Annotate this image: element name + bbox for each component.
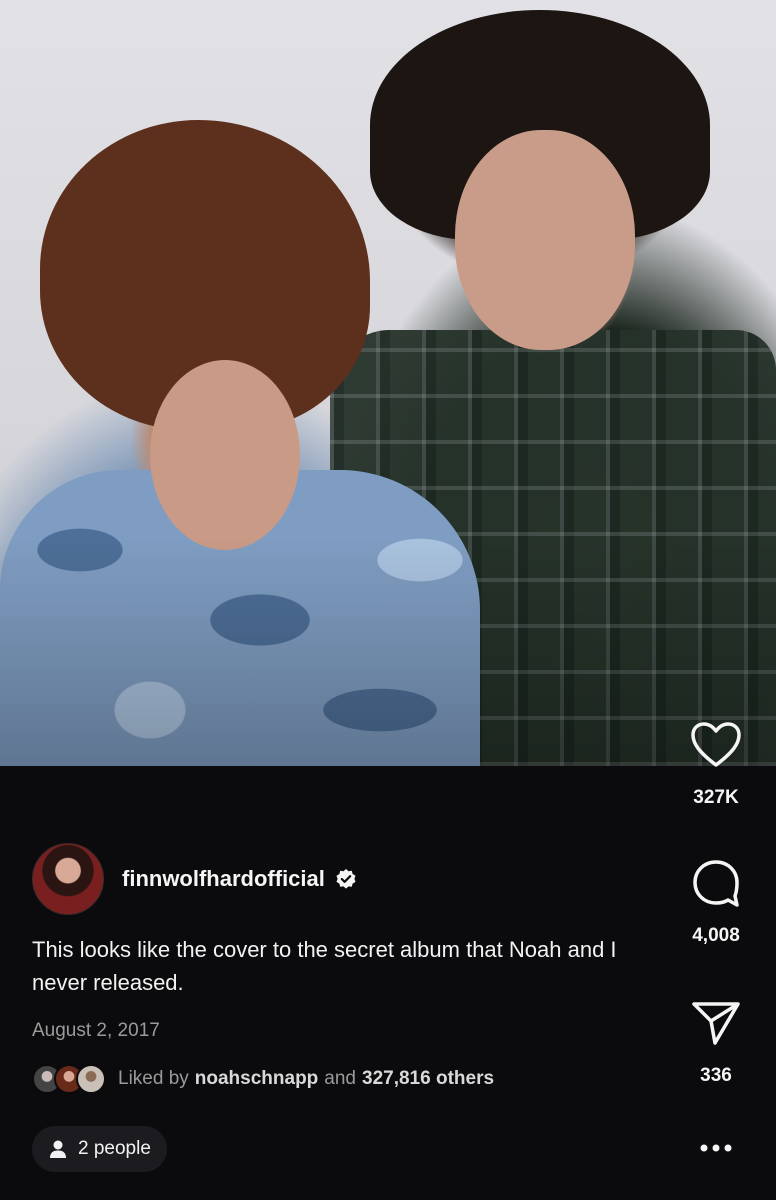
liked-by[interactable]: Liked by noahschnapp and 327,816 others [32,1064,500,1094]
liker-avatars [32,1064,106,1094]
more-options-icon[interactable] [699,1143,733,1153]
share-count: 336 [700,1065,732,1086]
liked-by-and: and [324,1068,356,1089]
liked-by-prefix: Liked by [118,1068,189,1089]
avatar[interactable] [32,843,104,915]
like-count: 327K [693,787,739,808]
post-photo[interactable] [0,0,776,766]
comment-action[interactable]: 4,008 [656,858,776,947]
tagged-people-button[interactable]: 2 people [32,1126,167,1172]
comment-bubble-icon[interactable] [691,858,741,908]
post-caption: This looks like the cover to the secret … [32,937,617,995]
heart-icon[interactable] [690,722,742,768]
photo-shade [0,0,776,766]
send-icon[interactable] [691,1000,741,1046]
more-options-button[interactable] [656,1140,776,1158]
post-author[interactable]: finnwolfhardofficial [32,843,357,915]
username[interactable]: finnwolfhardofficial [122,866,325,892]
verified-badge-icon [335,868,357,890]
person-icon [48,1139,68,1159]
liker-avatar [76,1064,106,1094]
comment-count: 4,008 [692,925,740,946]
share-action[interactable]: 336 [656,1000,776,1087]
like-action[interactable]: 327K [656,722,776,809]
tagged-people-label: 2 people [78,1138,151,1159]
liked-by-user[interactable]: noahschnapp [195,1068,319,1090]
liked-by-others[interactable]: 327,816 others [362,1068,494,1090]
post-date: August 2, 2017 [32,1020,160,1041]
